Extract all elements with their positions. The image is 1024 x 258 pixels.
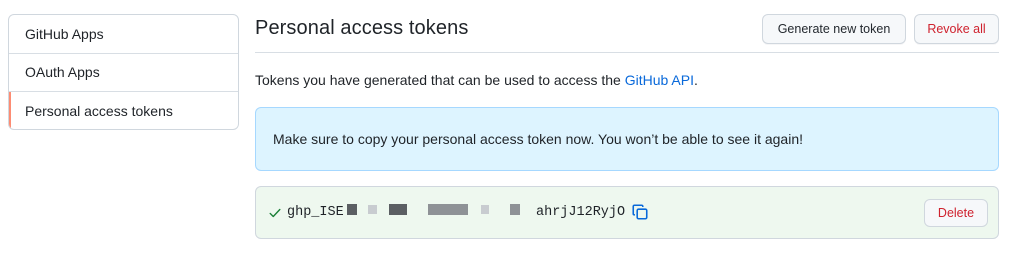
page-title: Personal access tokens [255, 17, 469, 39]
revoke-all-button[interactable]: Revoke all [914, 14, 999, 44]
copy-icon[interactable] [631, 203, 649, 221]
description-text: Tokens you have generated that can be us… [255, 72, 625, 88]
sidebar-item-label: OAuth Apps [25, 64, 100, 81]
check-icon [269, 208, 281, 218]
sidebar-item-github-apps[interactable]: GitHub Apps [9, 15, 238, 54]
header-divider [255, 52, 999, 53]
github-api-link[interactable]: GitHub API [625, 72, 694, 88]
redacted-block [510, 204, 520, 215]
token-value-prefix[interactable]: ghp_ISE [287, 205, 344, 220]
token-value-suffix[interactable]: ahrjJ12RyjO [536, 205, 625, 220]
sidebar-item-label: GitHub Apps [25, 25, 104, 42]
redacted-block [347, 204, 357, 215]
redacted-block [389, 204, 407, 215]
notice-message: Make sure to copy your personal access t… [273, 131, 803, 147]
delete-token-button[interactable]: Delete [924, 199, 988, 227]
redacted-block [428, 204, 468, 215]
description-suffix: . [693, 72, 698, 88]
copy-token-notice: Make sure to copy your personal access t… [255, 107, 999, 171]
new-token-row: ghp_ISE ahrjJ12RyjO [255, 186, 999, 239]
settings-sidebar: GitHub Apps OAuth Apps Personal access t… [8, 14, 239, 130]
sidebar-item-oauth-apps[interactable]: OAuth Apps [9, 54, 238, 92]
tokens-description: Tokens you have generated that can be us… [255, 72, 698, 88]
redacted-block [368, 205, 377, 214]
settings-page: GitHub Apps OAuth Apps Personal access t… [0, 0, 1024, 258]
sidebar-item-label: Personal access tokens [25, 103, 173, 120]
redacted-block [481, 205, 489, 214]
sidebar-item-personal-access-tokens[interactable]: Personal access tokens [9, 92, 238, 129]
generate-new-token-button[interactable]: Generate new token [762, 14, 906, 44]
